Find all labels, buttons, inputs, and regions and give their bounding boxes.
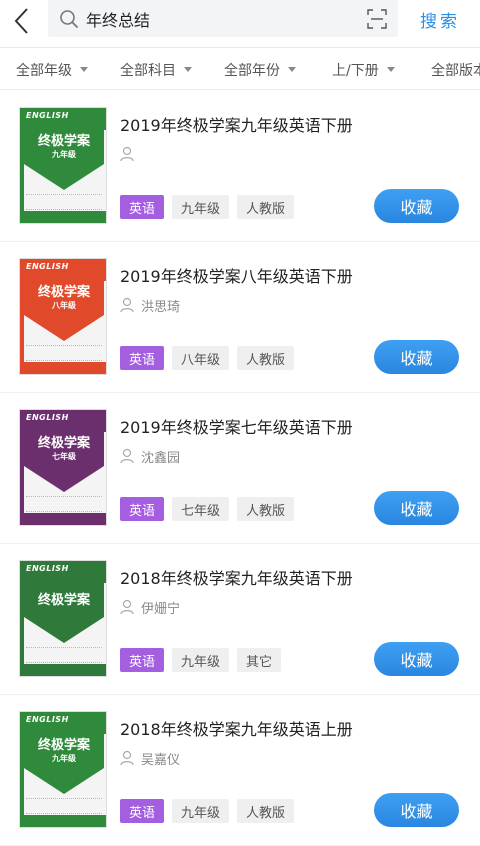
tag-list: 英语 九年级 其它	[120, 648, 282, 672]
filter-label: 全部版本	[431, 62, 480, 79]
filter-edition[interactable]: 全部版本	[431, 48, 480, 89]
user-icon	[120, 297, 134, 313]
author-name: 吴嘉仪	[141, 752, 181, 768]
list-item[interactable]: ENGLISH 终极学案 九年级 2019年终极学案九年级英语下册 英语 九年级 …	[0, 91, 480, 242]
cover-header-text: ENGLISH	[26, 111, 69, 120]
result-list: ENGLISH 终极学案 九年级 2019年终极学案九年级英语下册 英语 九年级 …	[0, 91, 480, 846]
book-cover[interactable]: ENGLISH 终极学案 九年级	[19, 711, 107, 828]
favorite-button[interactable]: 收藏	[374, 642, 459, 676]
list-item[interactable]: ENGLISH 终极学案 七年级 2019年终极学案七年级英语下册 沈鑫园 英语 …	[0, 393, 480, 544]
back-arrow-icon[interactable]	[6, 4, 36, 38]
cover-title-text: 终极学案	[37, 592, 90, 608]
list-item[interactable]: ENGLISH 终极学案 八年级 2019年终极学案八年级英语下册 洪思琦 英语 …	[0, 242, 480, 393]
edition-tag: 人教版	[237, 497, 295, 521]
user-icon	[120, 750, 134, 766]
filter-grade[interactable]: 全部年级	[16, 48, 88, 89]
tag-list: 英语 七年级 人教版	[120, 497, 295, 521]
grade-tag: 七年级	[172, 497, 230, 521]
caret-down-icon	[386, 67, 395, 72]
user-icon	[120, 448, 134, 464]
book-title[interactable]: 2019年终极学案九年级英语下册	[120, 112, 353, 136]
author: 伊姗宁	[120, 597, 180, 617]
filter-year[interactable]: 全部年份	[224, 48, 296, 89]
subject-tag: 英语	[120, 346, 165, 370]
author: 洪思琦	[120, 295, 180, 315]
author: 吴嘉仪	[120, 748, 180, 768]
book-title[interactable]: 2019年终极学案八年级英语下册	[120, 263, 353, 287]
search-input[interactable]: 年终总结	[48, 0, 398, 37]
cover-header-text: ENGLISH	[26, 262, 69, 271]
list-item[interactable]: ENGLISH 终极学案 2018年终极学案九年级英语下册 伊姗宁 英语 九年级…	[0, 544, 480, 695]
grade-tag: 九年级	[172, 195, 230, 219]
favorite-button[interactable]: 收藏	[374, 189, 459, 223]
cover-grade-text: 九年级	[52, 150, 76, 159]
tag-list: 英语 九年级 人教版	[120, 799, 295, 823]
scan-icon[interactable]	[362, 0, 392, 37]
cover-title-text: 终极学案	[37, 285, 90, 300]
grade-tag: 九年级	[172, 799, 230, 823]
author-name: 沈鑫园	[141, 450, 181, 466]
filter-label: 全部科目	[120, 62, 176, 79]
cover-title-text: 终极学案	[37, 738, 90, 753]
book-cover[interactable]: ENGLISH 终极学案 八年级	[19, 258, 107, 375]
author	[120, 144, 141, 164]
top-bar: 年终总结 搜索	[0, 0, 480, 46]
search-button[interactable]: 搜索	[410, 4, 470, 34]
filter-label: 上/下册	[332, 62, 379, 79]
edition-tag: 人教版	[237, 799, 295, 823]
cover-header-text: ENGLISH	[26, 715, 69, 724]
book-title[interactable]: 2018年终极学案九年级英语下册	[120, 565, 353, 589]
filter-bar: 全部年级 全部科目 全部年份 上/下册 全部版本	[0, 47, 480, 90]
caret-down-icon	[184, 67, 192, 72]
author-name: 洪思琦	[141, 299, 181, 315]
cover-title-text: 终极学案	[37, 134, 90, 149]
cover-grade-text: 九年级	[52, 754, 76, 763]
book-cover[interactable]: ENGLISH 终极学案	[19, 560, 107, 677]
edition-tag: 其它	[237, 648, 282, 672]
subject-tag: 英语	[120, 497, 165, 521]
favorite-button[interactable]: 收藏	[374, 491, 459, 525]
cover-header-text: ENGLISH	[26, 413, 69, 422]
edition-tag: 人教版	[237, 195, 295, 219]
book-cover[interactable]: ENGLISH 终极学案 九年级	[19, 107, 107, 224]
book-title[interactable]: 2019年终极学案七年级英语下册	[120, 414, 353, 438]
search-query-text: 年终总结	[86, 10, 151, 30]
edition-tag: 人教版	[237, 346, 295, 370]
cover-header-text: ENGLISH	[26, 564, 69, 573]
list-item[interactable]: ENGLISH 终极学案 九年级 2018年终极学案九年级英语上册 吴嘉仪 英语 …	[0, 695, 480, 846]
filter-label: 全部年份	[224, 62, 280, 79]
caret-down-icon	[80, 67, 88, 72]
filter-volume[interactable]: 上/下册	[332, 48, 395, 89]
grade-tag: 九年级	[172, 648, 230, 672]
favorite-button[interactable]: 收藏	[374, 793, 459, 827]
filter-label: 全部年级	[16, 62, 72, 79]
favorite-button[interactable]: 收藏	[374, 340, 459, 374]
cover-grade-text: 七年级	[52, 452, 76, 461]
book-cover[interactable]: ENGLISH 终极学案 七年级	[19, 409, 107, 526]
caret-down-icon	[288, 67, 296, 72]
grade-tag: 八年级	[172, 346, 230, 370]
user-icon	[120, 599, 134, 615]
tag-list: 英语 八年级 人教版	[120, 346, 295, 370]
search-icon	[52, 0, 86, 37]
user-icon	[120, 146, 134, 162]
author: 沈鑫园	[120, 446, 180, 466]
cover-title-text: 终极学案	[37, 436, 90, 451]
subject-tag: 英语	[120, 799, 165, 823]
tag-list: 英语 九年级 人教版	[120, 195, 295, 219]
subject-tag: 英语	[120, 648, 165, 672]
filter-subject[interactable]: 全部科目	[120, 48, 192, 89]
author-name: 伊姗宁	[141, 601, 181, 617]
cover-grade-text: 八年级	[52, 301, 76, 310]
book-title[interactable]: 2018年终极学案九年级英语上册	[120, 716, 353, 740]
subject-tag: 英语	[120, 195, 165, 219]
